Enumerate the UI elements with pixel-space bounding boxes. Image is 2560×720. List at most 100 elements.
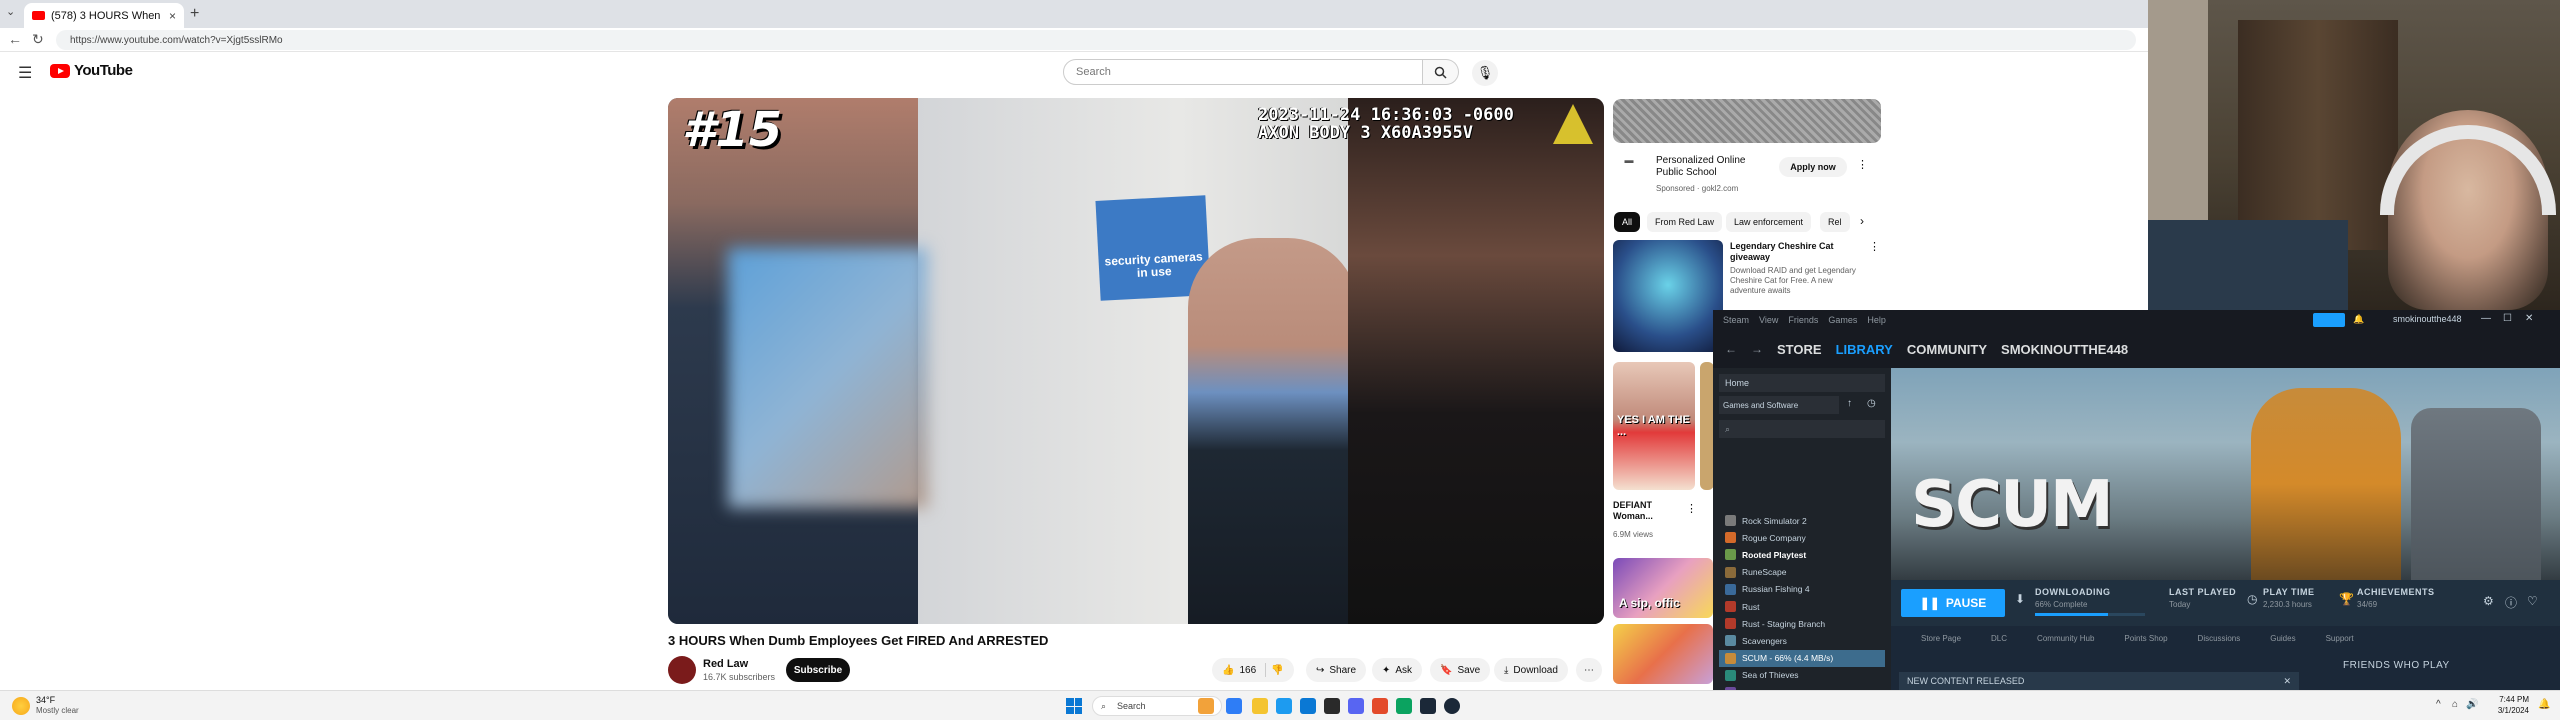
steam-game-item[interactable]: Sea of Thieves	[1719, 667, 1885, 684]
steam-subnav-guides[interactable]: Guides	[2270, 634, 2295, 643]
steam-subnav-dlc[interactable]: DLC	[1991, 634, 2007, 643]
bell-icon[interactable]: 🔔	[2353, 314, 2364, 325]
volume-icon[interactable]: 🔊	[2466, 699, 2478, 710]
windows-start-icon[interactable]	[1066, 698, 1082, 714]
ask-button[interactable]: ✦ Ask	[1372, 658, 1423, 682]
steam-nav-library[interactable]: LIBRARY	[1836, 342, 1893, 357]
steam-game-item[interactable]: Scavengers	[1719, 632, 1885, 649]
channel-name[interactable]: Red Law	[703, 658, 748, 670]
weather-temp[interactable]: 34°F	[36, 695, 55, 705]
steam-forward-icon[interactable]: →	[1751, 342, 1763, 356]
chevron-right-icon[interactable]: ›	[1860, 214, 1864, 228]
steam-taskbar-icon[interactable]	[1420, 698, 1436, 714]
steam-notification-button[interactable]	[2313, 313, 2345, 327]
close-icon[interactable]: ✕	[2525, 313, 2533, 324]
save-button[interactable]: 🔖 Save	[1430, 658, 1491, 682]
rec-title-1[interactable]: Legendary Cheshire Cat giveaway	[1730, 241, 1860, 263]
info-icon[interactable]: ⓘ	[2505, 594, 2517, 611]
spotify-icon[interactable]	[1396, 698, 1412, 714]
steam-taskbar-icon-2[interactable]	[1444, 698, 1460, 714]
steam-nav-profile[interactable]: SMOKINOUTTHE448	[2001, 342, 2128, 357]
task-view-icon[interactable]	[1226, 698, 1242, 714]
rec-more-icon-2[interactable]: ⋮	[1686, 502, 1697, 515]
steam-menu-games[interactable]: Games	[1828, 315, 1857, 325]
steam-game-item[interactable]: Rust - Staging Branch	[1719, 615, 1885, 632]
weather-icon[interactable]	[12, 697, 30, 715]
discord-icon[interactable]	[1348, 698, 1364, 714]
new-tab-icon[interactable]: +	[190, 5, 199, 23]
steam-nav-store[interactable]: STORE	[1777, 342, 1822, 357]
ad-title[interactable]: Personalized Online Public School	[1656, 155, 1756, 179]
address-bar[interactable]: https://www.youtube.com/watch?v=Xjgt5ssl…	[56, 30, 2136, 50]
clock-date[interactable]: 3/1/2024	[2479, 706, 2529, 715]
steam-subnav-support[interactable]: Support	[2326, 634, 2354, 643]
favorite-icon[interactable]: ♡	[2527, 594, 2538, 608]
new-content-banner[interactable]: NEW CONTENT RELEASED ✕	[1899, 672, 2299, 690]
steam-menu-view[interactable]: View	[1759, 315, 1778, 325]
steam-subnav-points-shop[interactable]: Points Shop	[2124, 634, 2167, 643]
rec-title-2[interactable]: DEFIANT Woman...	[1613, 500, 1683, 522]
clock-icon[interactable]: ◷	[1867, 398, 1876, 409]
more-actions-button[interactable]: ⋯	[1576, 658, 1602, 682]
sort-icon[interactable]: ↑	[1847, 398, 1852, 409]
rec-thumbnail-4[interactable]	[1613, 624, 1713, 684]
steam-game-item[interactable]: Rooted Playtest	[1719, 546, 1885, 563]
steam-filter-dropdown[interactable]: Games and Software	[1719, 396, 1839, 414]
search-input[interactable]: Search	[1063, 59, 1423, 85]
share-button[interactable]: ↪ Share	[1306, 658, 1367, 682]
like-button[interactable]: 👍 166 👎	[1212, 658, 1294, 682]
channel-avatar[interactable]	[668, 656, 696, 684]
video-player[interactable]: security cameras in use #15 2023-11-24 1…	[668, 98, 1604, 624]
edge-icon[interactable]	[1276, 698, 1292, 714]
notification-icon[interactable]: 🔔	[2538, 699, 2550, 710]
steam-subnav-discussions[interactable]: Discussions	[2198, 634, 2241, 643]
download-button[interactable]: ⤓ Download	[1494, 658, 1568, 682]
thumbs-down-icon[interactable]: 👎	[1271, 665, 1283, 676]
settings-icon[interactable]: ⚙	[2483, 594, 2494, 608]
steam-home-button[interactable]: Home	[1719, 374, 1885, 392]
ad-apply-button[interactable]: Apply now	[1779, 157, 1847, 177]
steam-game-item[interactable]: RuneScape	[1719, 564, 1885, 581]
steam-game-item[interactable]: Rock Simulator 2	[1719, 512, 1885, 529]
pause-button[interactable]: ❚❚ PAUSE	[1901, 589, 2005, 617]
steam-menu-help[interactable]: Help	[1867, 315, 1886, 325]
back-icon[interactable]: ←	[8, 31, 22, 47]
chip-related[interactable]: Rel	[1820, 212, 1850, 232]
steam-game-item[interactable]: SCUM - 66% (4.4 MB/s)	[1719, 649, 1885, 667]
tab-list-icon[interactable]: ⌄	[6, 5, 15, 18]
store-icon[interactable]	[1300, 698, 1316, 714]
steam-back-icon[interactable]: ←	[1725, 342, 1737, 356]
rec-thumbnail-2b[interactable]	[1700, 362, 1714, 490]
browser-tab[interactable]: (578) 3 HOURS When Dumb E ×	[24, 3, 184, 28]
maximize-icon[interactable]: ☐	[2503, 313, 2512, 324]
subscribe-button[interactable]: Subscribe	[786, 658, 850, 682]
steam-menu-friends[interactable]: Friends	[1788, 315, 1818, 325]
ad-banner-image[interactable]	[1613, 99, 1881, 143]
minimize-icon[interactable]: —	[2481, 313, 2491, 324]
ad-more-icon[interactable]: ⋮	[1857, 158, 1868, 171]
steam-search-input[interactable]: ⌕	[1719, 420, 1885, 438]
rec-thumbnail-2[interactable]: YES I AM THE ...	[1613, 362, 1695, 490]
steam-nav-community[interactable]: COMMUNITY	[1907, 342, 1987, 357]
chip-law-enforcement[interactable]: Law enforcement	[1726, 212, 1812, 232]
chevron-up-icon[interactable]: ^	[2436, 699, 2441, 710]
app-icon[interactable]	[1324, 698, 1340, 714]
steam-game-item[interactable]: Rogue Company	[1719, 529, 1885, 546]
close-banner-icon[interactable]: ✕	[2283, 676, 2291, 687]
steam-account-name[interactable]: smokinoutthe448	[2393, 314, 2462, 324]
mic-button[interactable]: 🎙	[1472, 60, 1498, 86]
steam-subnav-store[interactable]: Store Page	[1921, 634, 1961, 643]
rec-more-icon[interactable]: ⋮	[1869, 240, 1880, 253]
close-tab-icon[interactable]: ×	[169, 9, 176, 23]
taskbar-widget-icon[interactable]	[1198, 698, 1214, 714]
menu-icon[interactable]: ☰	[18, 63, 32, 83]
steam-menu-steam[interactable]: Steam	[1723, 315, 1749, 325]
chrome-icon[interactable]	[1372, 698, 1388, 714]
file-explorer-icon[interactable]	[1252, 698, 1268, 714]
steam-game-item[interactable]: Russian Fishing 4	[1719, 581, 1885, 598]
rec-thumbnail-3[interactable]: A sip, offic	[1613, 558, 1713, 618]
chip-all[interactable]: All	[1614, 212, 1641, 232]
steam-game-item[interactable]: Rust	[1719, 598, 1885, 615]
network-icon[interactable]: ⌂	[2452, 699, 2458, 710]
rec-thumbnail-1[interactable]	[1613, 240, 1723, 352]
